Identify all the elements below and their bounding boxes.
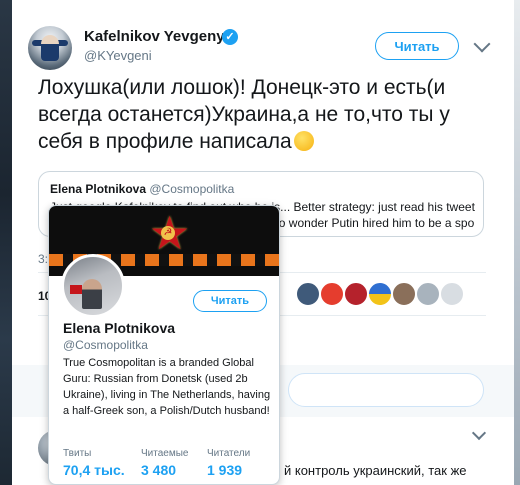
reply-input[interactable] [288,373,484,407]
hammer-sickle-icon: ☭ [161,226,175,240]
author-avatar[interactable] [28,26,72,70]
stat-label: Читатели [207,448,251,459]
stat-label: Читаемые [141,448,189,459]
liker-avatar[interactable] [320,282,344,306]
profile-hovercard: ★ ☭ Читать Elena Plotnikova @Cosmopolitk… [48,205,280,485]
profile-avatar[interactable] [61,254,125,318]
liker-avatar[interactable] [344,282,368,306]
liker-avatar[interactable] [440,282,464,306]
stat-followers[interactable]: Читатели 1 939 [207,448,250,478]
background-left-edge [0,0,12,485]
tweet-text: Лохушка(или лошок)! Донецк-это и есть(и … [38,74,488,155]
stat-following[interactable]: Читаемые 3 480 [141,448,188,478]
hovercard-follow-button[interactable]: Читать [193,290,267,312]
reply-text: й контроль украинский, так же [284,463,467,478]
stat-value: 3 480 [141,462,177,478]
profile-handle[interactable]: @Cosmopolitka [63,338,148,352]
author-name[interactable]: Kafelnikov Yevgeny [84,28,225,45]
profile-name[interactable]: Elena Plotnikova [63,320,175,336]
avatar-person [82,279,102,309]
profile-bio: True Cosmopolitan is a branded Global Gu… [63,357,271,417]
verified-badge-icon: ✓ [222,29,238,45]
liker-avatar[interactable] [296,282,320,306]
liker-avatar[interactable] [368,282,392,306]
quoted-tweet-author: Elena Plotnikova @Cosmopolitka [50,182,234,196]
quoted-author-handle: @Cosmopolitka [149,182,235,196]
follow-button[interactable]: Читать [375,32,459,60]
author-handle[interactable]: @KYevgeni [84,48,152,63]
avatar-figure [41,35,59,61]
stat-tweets[interactable]: Твиты 70,4 тыс. [63,448,125,478]
stat-label: Твиты [63,448,92,459]
quoted-author-name: Elena Plotnikova [50,182,147,196]
stat-value: 1 939 [207,462,243,478]
flag-icon [70,285,82,294]
winking-face-icon [293,131,314,151]
liker-avatar[interactable] [392,282,416,306]
stat-value: 70,4 тыс. [63,462,125,478]
background-right-edge [514,0,520,485]
liker-avatar[interactable] [416,282,440,306]
tweet-text-body: Лохушка(или лошок)! Донецк-это и есть(и … [38,76,450,153]
